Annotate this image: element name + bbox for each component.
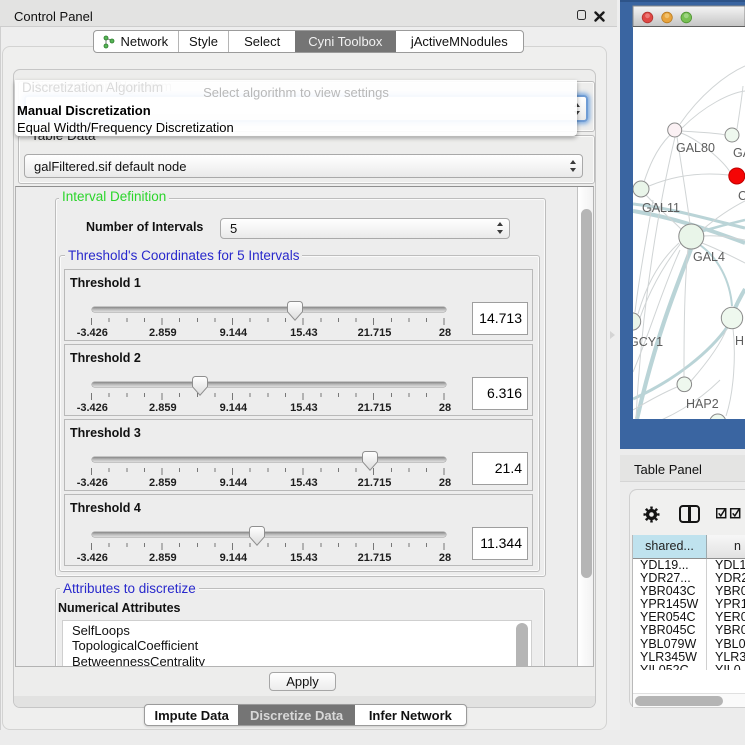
svg-text:GA: GA	[733, 146, 745, 160]
svg-text:GAL80: GAL80	[676, 141, 715, 155]
svg-text:H: H	[735, 334, 744, 348]
svg-text:C: C	[738, 189, 745, 203]
svg-text:GAL11: GAL11	[642, 201, 680, 215]
svg-text:GAL4: GAL4	[693, 250, 725, 264]
svg-text:HAP2: HAP2	[686, 397, 719, 411]
svg-text:GCY1: GCY1	[629, 335, 663, 349]
